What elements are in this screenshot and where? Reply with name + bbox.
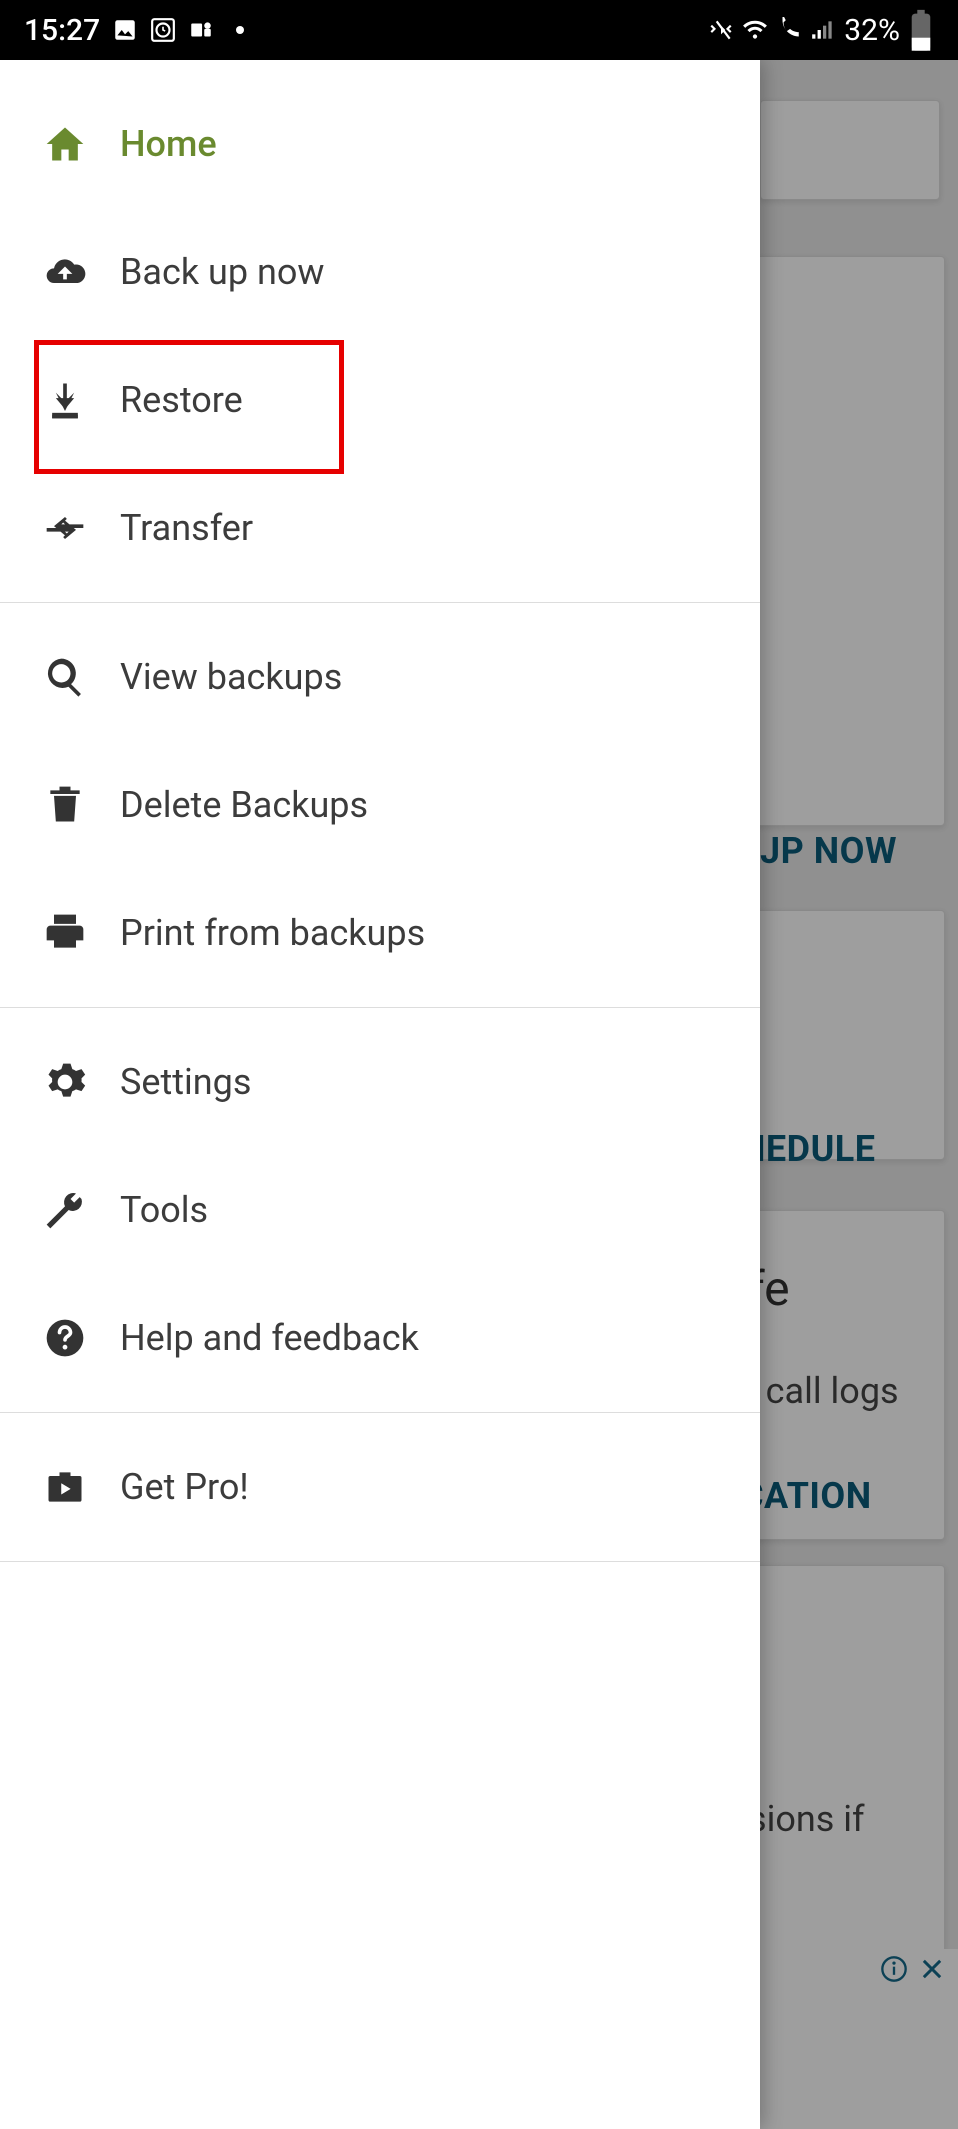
nav-label: Back up now (120, 251, 325, 293)
nav-label: Delete Backups (120, 784, 368, 826)
nav-item-transfer[interactable]: Transfer (0, 464, 760, 592)
nav-section-manage: View backups Delete Backups Print from b… (0, 603, 760, 1008)
nav-label: Help and feedback (120, 1317, 419, 1359)
nav-section-main: Home Back up now Restore Transfer (0, 60, 760, 603)
wrench-icon (30, 1188, 100, 1232)
vibrate-icon (708, 17, 734, 43)
nav-section-system: Settings Tools Help and feedback (0, 1008, 760, 1413)
home-icon (30, 122, 100, 166)
cloud-upload-icon (30, 250, 100, 294)
nav-item-view-backups[interactable]: View backups (0, 613, 760, 741)
nav-item-help[interactable]: Help and feedback (0, 1274, 760, 1402)
download-icon (30, 378, 100, 422)
nav-item-print-backups[interactable]: Print from backups (0, 869, 760, 997)
more-dot-icon (236, 26, 244, 34)
gear-icon (30, 1060, 100, 1104)
nav-item-settings[interactable]: Settings (0, 1018, 760, 1146)
status-right: 32% (708, 13, 934, 48)
status-left: 15:27 (24, 13, 244, 48)
clock-app-icon (150, 17, 176, 43)
transfer-icon (30, 506, 100, 550)
battery-percent: 32% (844, 13, 900, 48)
volte-icon (776, 17, 802, 43)
nav-label: Print from backups (120, 912, 425, 954)
nav-label: Home (120, 123, 217, 165)
teams-icon (188, 17, 214, 43)
nav-item-get-pro[interactable]: Get Pro! (0, 1423, 760, 1551)
nav-label: Settings (120, 1061, 251, 1103)
briefcase-play-icon (30, 1465, 100, 1509)
status-time: 15:27 (24, 13, 100, 48)
navigation-drawer: Home Back up now Restore Transfer (0, 60, 760, 2129)
trash-icon (30, 783, 100, 827)
nav-item-tools[interactable]: Tools (0, 1146, 760, 1274)
battery-icon (908, 17, 934, 43)
nav-section-pro: Get Pro! (0, 1413, 760, 1562)
print-icon (30, 911, 100, 955)
nav-item-delete-backups[interactable]: Delete Backups (0, 741, 760, 869)
nav-item-home[interactable]: Home (0, 80, 760, 208)
help-icon (30, 1316, 100, 1360)
nav-label: Restore (120, 379, 243, 421)
nav-label: View backups (120, 656, 342, 698)
nav-label: Tools (120, 1189, 208, 1231)
search-icon (30, 655, 100, 699)
nav-label: Transfer (120, 507, 253, 549)
signal-icon (810, 17, 836, 43)
nav-item-restore[interactable]: Restore (0, 336, 760, 464)
wifi-icon (742, 17, 768, 43)
nav-label: Get Pro! (120, 1466, 249, 1508)
nav-item-backup-now[interactable]: Back up now (0, 208, 760, 336)
image-icon (112, 17, 138, 43)
status-bar: 15:27 32% (0, 0, 958, 60)
